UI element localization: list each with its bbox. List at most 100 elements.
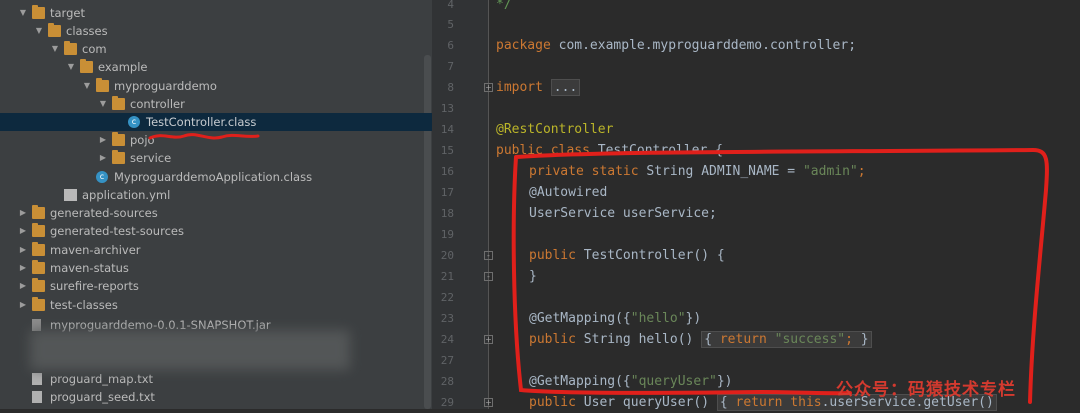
fold-toggle-hello[interactable]: + [484,335,493,344]
tree-item-label: maven-archiver [50,243,141,257]
folder-icon [112,132,125,146]
code-line-16[interactable]: private static String ADMIN_NAME = "admi… [529,161,866,182]
constructor-signature: TestController() { [575,248,725,263]
code-line-4[interactable]: */ [496,0,512,15]
paren-close: }) [716,374,733,389]
expand-arrow-icon[interactable]: ▼ [98,95,108,113]
tree-item-service[interactable]: ▶ service [0,149,432,167]
expand-arrow-icon[interactable]: ▼ [82,77,92,95]
collapse-arrow-icon[interactable]: ▶ [98,149,108,167]
code-line-20[interactable]: public TestController() { [529,245,725,266]
string-admin: "admin" [802,164,858,179]
collapse-arrow-icon[interactable]: ▶ [18,241,28,259]
tree-item-test-classes[interactable]: ▶ test-classes [0,296,432,314]
keyword-public: public [529,248,576,263]
expand-arrow-icon[interactable]: ▼ [34,22,44,40]
text-file-icon [32,391,42,403]
keyword-public: public [529,395,576,410]
hello-signature: String hello() [575,332,702,347]
collapse-arrow-icon[interactable]: ▶ [18,222,28,240]
folder-icon [80,59,93,73]
expand-arrow-icon[interactable]: ▼ [66,58,76,76]
tree-item-label: example [98,60,148,74]
collapse-arrow-icon[interactable]: ▶ [18,204,28,222]
fold-toggle-constructor[interactable]: - [484,251,493,260]
tree-item-com[interactable]: ▼ com [0,40,432,58]
collapse-arrow-icon[interactable]: ▶ [18,277,28,295]
tree-item-example[interactable]: ▼ example [0,58,432,76]
collapse-arrow-icon[interactable]: ▶ [18,296,28,314]
tree-item-maven-archiver[interactable]: ▶ maven-archiver [0,241,432,259]
tree-item-application-yml[interactable]: application.yml [0,186,432,204]
line-number: 22 [440,291,454,304]
yml-file-icon [64,189,77,201]
tree-item-maven-status[interactable]: ▶ maven-status [0,259,432,277]
closing-brace: } [529,269,537,284]
code-line-23[interactable]: @GetMapping({"hello"}) [529,308,701,329]
tree-item-testcontroller-class[interactable]: c TestController.class [0,113,432,131]
code-line-27[interactable]: @GetMapping({"queryUser"}) [529,371,733,392]
getmapping-annotation: @GetMapping [529,374,616,389]
tree-item-surefire-reports[interactable]: ▶ surefire-reports [0,277,432,295]
class-file-icon: c [128,116,140,128]
line-number: 29 [440,396,454,409]
folder-icon [64,41,77,55]
folder-icon [32,242,45,256]
folder-icon [48,23,61,37]
collapse-arrow-icon[interactable]: ▶ [98,131,108,149]
field-admin-name: ADMIN_NAME [701,164,780,179]
expand-arrow-icon[interactable]: ▼ [50,40,60,58]
paren-close: }) [685,311,702,326]
code-line-8[interactable]: import ... [496,77,581,98]
tree-item-label: generated-sources [50,206,158,220]
code-line-14[interactable]: @RestController [496,119,613,140]
keyword-return: return [719,332,767,347]
tree-item-target[interactable]: ▼ target [0,4,432,22]
keyword-return-this: return this [735,395,822,410]
tree-item-myproguarddemo[interactable]: ▼ myproguarddemo [0,77,432,95]
line-number: 5 [447,18,454,31]
tree-item-proguard-map-txt[interactable]: proguard_map.txt [0,370,432,388]
line-number: 27 [440,354,454,367]
class-name: TestController { [589,143,723,158]
expand-arrow-icon[interactable]: ▼ [18,4,28,22]
line-number: 8 [447,81,454,94]
string-success: "success" [774,332,846,347]
code-line-21[interactable]: } [529,266,537,287]
keyword-public-class: public class [496,143,590,158]
tree-item-proguard-seed-txt[interactable]: proguard_seed.txt [0,388,432,406]
tree-item-controller[interactable]: ▼ controller [0,95,432,113]
import-fold[interactable]: ... [550,79,581,96]
line-number: 18 [440,207,454,220]
fold-toggle-queryuser[interactable]: + [484,398,493,407]
package-name: com.example.myproguarddemo.controller; [550,38,857,53]
fold-toggle-constructor-end[interactable]: - [484,272,493,281]
fold-toggle-import[interactable]: + [484,83,493,92]
code-line-24[interactable]: public String hello() { return "success"… [529,329,872,350]
text-file-icon [32,373,42,385]
tree-item-classes[interactable]: ▼ classes [0,22,432,40]
code-line-17[interactable]: @Autowired [529,182,607,203]
getmapping-annotation: @GetMapping [529,311,616,326]
code-line-6[interactable]: package com.example.myproguarddemo.contr… [496,35,856,56]
folder-icon [32,297,45,311]
tree-item-myproguarddemoapplication-class[interactable]: c MyproguarddemoApplication.class [0,168,432,186]
folder-icon [112,150,125,164]
tree-item-generated-sources[interactable]: ▶ generated-sources [0,204,432,222]
comment-end: */ [496,0,512,12]
tree-item-generated-test-sources[interactable]: ▶ generated-test-sources [0,222,432,240]
tree-item-label: proguard_map.txt [50,372,154,386]
collapse-arrow-icon[interactable]: ▶ [18,259,28,277]
tree-item-label: classes [66,24,108,38]
string-hello: "hello" [630,311,686,326]
code-line-18[interactable]: UserService userService; [529,203,717,224]
tree-item-label: maven-status [50,261,129,275]
tree-item-pojo[interactable]: ▶ pojo [0,131,432,149]
line-number: 24 [440,333,454,346]
line-number: 14 [440,123,454,136]
code-line-15[interactable]: public class TestController { [496,140,723,161]
type-string: String [638,164,702,179]
hello-body-fold[interactable]: { return "success"; } [701,331,872,348]
keyword-public: public [529,332,576,347]
line-number: 13 [440,102,454,115]
